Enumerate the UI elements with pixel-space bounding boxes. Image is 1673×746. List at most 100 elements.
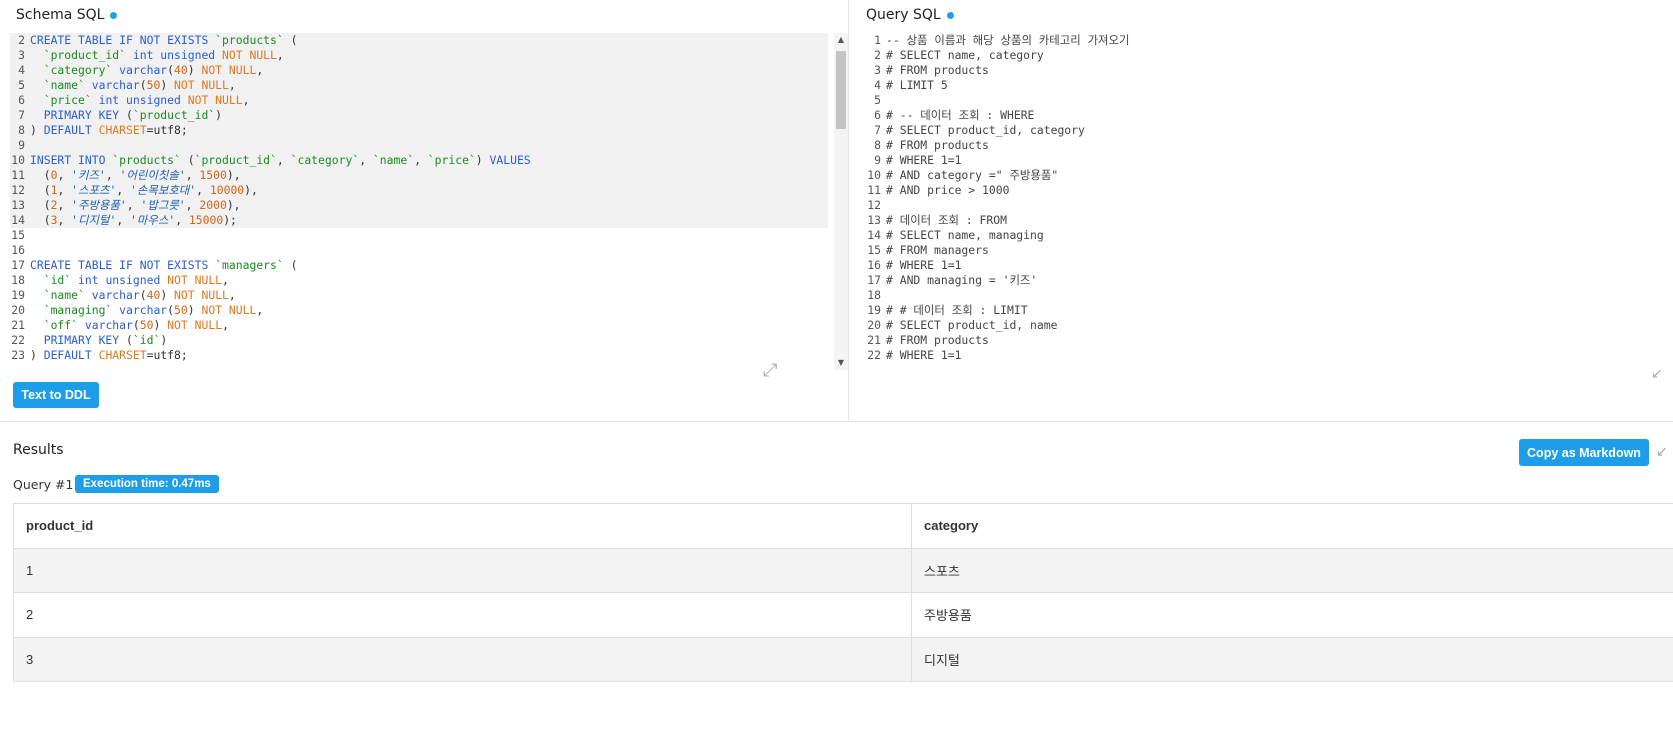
scrollbar-thumb[interactable] (836, 51, 846, 129)
code-text: # 데이터 조회 : FROM (886, 213, 1007, 227)
code-token: 40 (174, 63, 188, 77)
code-text: # LIMIT 5 (886, 78, 948, 92)
code-text: PRIMARY KEY (`id`) (30, 333, 828, 348)
code-token: ) (160, 288, 175, 302)
query-editor[interactable]: 1 -- 상품 이름과 해당 상품의 카테고리 가져오기 2 # SELECT nam… (866, 33, 1666, 370)
code-line: 20 # SELECT product_id, name (866, 318, 1666, 333)
table-cell: 2 (13, 592, 912, 638)
code-text: (3, '디지털', '마우스', 15000); (30, 213, 828, 228)
line-number: 5 (18, 78, 25, 92)
code-line: 13 # 데이터 조회 : FROM (866, 213, 1666, 228)
code-token: NOT NULL (201, 63, 257, 77)
code-text: `category` varchar(40) NOT NULL, (30, 63, 828, 78)
code-token: ), (226, 168, 241, 182)
line-number: 21 (867, 333, 881, 347)
code-line: 14 (3, '디지털', '마우스', 15000); (10, 213, 828, 228)
code-line: 16 (10, 243, 828, 258)
scroll-down-arrow-icon[interactable]: ▼ (834, 356, 848, 370)
code-text: # AND managing = '키즈' (886, 273, 1038, 287)
code-token: , (222, 273, 229, 287)
unsaved-dot-icon (110, 11, 118, 19)
copy-as-markdown-button[interactable]: Copy as Markdown (1519, 439, 1649, 466)
code-token: =utf8; (146, 348, 188, 362)
line-number: 17 (11, 258, 25, 272)
code-token: , (276, 153, 291, 167)
code-token: NOT NULL (222, 48, 277, 62)
code-token: ( (30, 198, 51, 212)
code-line: 6 `price` int unsigned NOT NULL, (10, 93, 828, 108)
collapse-icon[interactable]: ↙ (1651, 366, 1663, 382)
code-token: '디지털' (71, 213, 117, 227)
line-number: 15 (11, 228, 25, 242)
line-number: 8 (18, 123, 25, 137)
code-token: ( (180, 153, 195, 167)
line-number: 6 (18, 93, 25, 107)
code-token: PRIMARY KEY (30, 108, 127, 122)
line-number: 18 (11, 273, 25, 287)
line-number: 19 (11, 288, 25, 302)
schema-scrollbar[interactable]: ▲ ▼ (834, 33, 848, 370)
code-text: # -- 데이터 조회 : WHERE (886, 108, 1035, 122)
code-text: # WHERE 1=1 (886, 153, 962, 167)
code-token: , (359, 153, 373, 167)
code-token: 40 (146, 288, 161, 302)
code-token: `category` (290, 153, 360, 167)
results-table: product_id category 1 스포츠 2 주방용품 3 디지털 (13, 503, 1673, 682)
code-line: 4 `category` varchar(40) NOT NULL, (10, 63, 828, 78)
code-text: -- 상품 이름과 해당 상품의 카테고리 가져오기 (886, 33, 1130, 47)
code-line: 10 # AND category =" 주방용품" (866, 168, 1666, 183)
code-token: int unsigned (91, 93, 188, 107)
expand-icon[interactable]: ⤢ (763, 360, 777, 381)
line-number: 16 (867, 258, 881, 272)
line-number: 6 (874, 108, 881, 122)
line-number: 17 (867, 273, 881, 287)
text-to-ddl-button[interactable]: Text to DDL (13, 382, 99, 408)
line-number: 8 (874, 138, 881, 152)
code-line: 15 (10, 228, 828, 243)
code-text: `id` int unsigned NOT NULL, (30, 273, 828, 288)
code-token: 50 (139, 318, 154, 332)
code-line: 17 CREATE TABLE IF NOT EXISTS `managers` … (10, 258, 828, 273)
code-token: , (256, 303, 264, 317)
schema-editor[interactable]: 2 CREATE TABLE IF NOT EXISTS `products` (… (10, 33, 828, 370)
code-line: 20 `managing` varchar(50) NOT NULL, (10, 303, 828, 318)
code-token: `products` (215, 33, 284, 47)
table-row: 2 주방용품 (13, 592, 1673, 638)
line-number: 7 (874, 123, 881, 137)
code-text: `managing` varchar(50) NOT NULL, (30, 303, 828, 318)
code-token: NOT NULL (167, 273, 223, 287)
code-token: ); (223, 213, 237, 227)
code-token: `category` (30, 63, 113, 77)
code-token: `id` (30, 273, 72, 287)
code-token: `products` (112, 153, 181, 167)
code-token: , (57, 213, 72, 227)
code-token: ) (187, 303, 202, 317)
scroll-up-arrow-icon[interactable]: ▲ (834, 33, 848, 47)
table-cell: 1 (13, 547, 912, 593)
results-panel: Results Copy as Markdown ↙ Query #1 Exec… (0, 421, 1673, 746)
code-token: int unsigned (126, 48, 223, 62)
code-line: 15 # FROM managers (866, 243, 1666, 258)
line-number: 11 (11, 168, 25, 182)
code-token: CHARSET (98, 123, 147, 137)
code-token: , (414, 153, 428, 167)
code-line: 10 INSERT INTO `products` (`product_id`, … (10, 153, 828, 168)
table-row: 3 디지털 (13, 636, 1673, 682)
code-token: ) (30, 348, 44, 362)
collapse-icon[interactable]: ↙ (1656, 444, 1668, 460)
code-token: ( (167, 303, 175, 317)
code-token: , (276, 48, 284, 62)
code-token: `product_id` (194, 153, 277, 167)
code-text: # WHERE 1=1 (886, 258, 962, 272)
line-number: 19 (867, 303, 881, 317)
code-token: ( (126, 108, 133, 122)
code-token: =utf8; (146, 123, 188, 137)
code-text: `off` varchar(50) NOT NULL, (30, 318, 828, 333)
code-token: ( (139, 288, 147, 302)
code-token: , (116, 213, 131, 227)
line-number: 13 (11, 198, 25, 212)
code-token: '밥그릇' (140, 198, 186, 212)
code-text: CREATE TABLE IF NOT EXISTS `products` ( (30, 33, 828, 48)
